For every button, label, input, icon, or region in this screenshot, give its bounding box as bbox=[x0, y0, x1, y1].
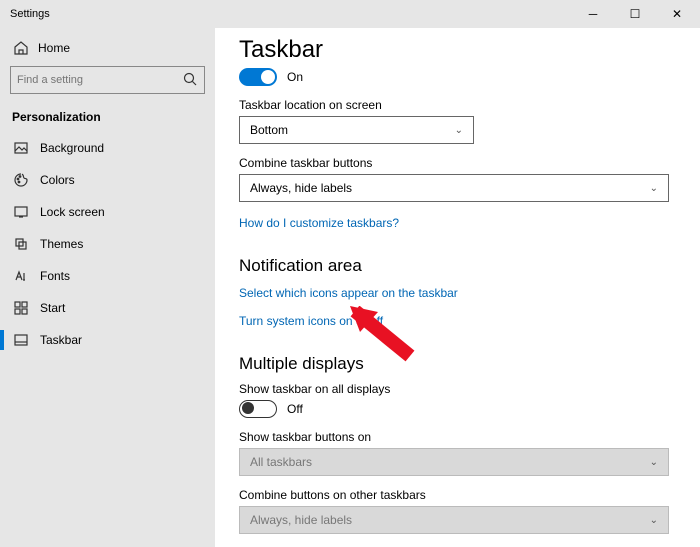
system-icons-link[interactable]: Turn system icons on or off bbox=[239, 314, 676, 328]
combine-buttons-select[interactable]: Always, hide labels ⌄ bbox=[239, 174, 669, 202]
chevron-down-icon: ⌄ bbox=[455, 125, 463, 136]
search-icon bbox=[182, 71, 198, 90]
taskbar-location-select[interactable]: Bottom ⌄ bbox=[239, 116, 474, 144]
sidebar-item-label: Lock screen bbox=[40, 205, 105, 219]
select-value: Always, hide labels bbox=[250, 181, 352, 195]
combine-other-select: Always, hide labels ⌄ bbox=[239, 506, 669, 534]
select-value: All taskbars bbox=[250, 455, 312, 469]
combine-other-label: Combine buttons on other taskbars bbox=[239, 488, 676, 502]
home-icon bbox=[12, 40, 30, 56]
show-buttons-on-label: Show taskbar buttons on bbox=[239, 430, 676, 444]
sidebar: Home Personalization Background Colors L… bbox=[0, 28, 215, 547]
notification-area-heading: Notification area bbox=[239, 256, 676, 276]
combine-buttons-label: Combine taskbar buttons bbox=[239, 156, 676, 170]
taskbar-location-label: Taskbar location on screen bbox=[239, 98, 676, 112]
sidebar-item-label: Themes bbox=[40, 237, 83, 251]
sidebar-item-background[interactable]: Background bbox=[0, 132, 215, 164]
sidebar-item-label: Colors bbox=[40, 173, 75, 187]
sidebar-item-colors[interactable]: Colors bbox=[0, 164, 215, 196]
home-button[interactable]: Home bbox=[0, 36, 215, 64]
toggle-switch-on[interactable] bbox=[239, 68, 277, 86]
chevron-down-icon: ⌄ bbox=[650, 515, 658, 526]
window-title: Settings bbox=[10, 8, 572, 20]
themes-icon bbox=[12, 236, 30, 252]
lock-screen-icon bbox=[12, 204, 30, 220]
search-box[interactable] bbox=[10, 66, 205, 94]
palette-icon bbox=[12, 172, 30, 188]
sidebar-item-label: Background bbox=[40, 141, 104, 155]
sidebar-item-label: Taskbar bbox=[40, 333, 82, 347]
sidebar-item-fonts[interactable]: Fonts bbox=[0, 260, 215, 292]
toggle-state: On bbox=[287, 70, 303, 84]
fonts-icon bbox=[12, 268, 30, 284]
customize-taskbars-link[interactable]: How do I customize taskbars? bbox=[239, 216, 676, 230]
chevron-down-icon: ⌄ bbox=[650, 183, 658, 194]
home-label: Home bbox=[38, 41, 70, 55]
show-all-displays-label: Show taskbar on all displays bbox=[239, 382, 676, 396]
close-button[interactable]: ✕ bbox=[656, 0, 698, 28]
sidebar-item-label: Start bbox=[40, 301, 65, 315]
start-icon bbox=[12, 300, 30, 316]
multiple-displays-heading: Multiple displays bbox=[239, 354, 676, 374]
sidebar-item-label: Fonts bbox=[40, 269, 70, 283]
sidebar-item-lock-screen[interactable]: Lock screen bbox=[0, 196, 215, 228]
titlebar: Settings ─ ☐ ✕ bbox=[0, 0, 700, 28]
section-heading: Personalization bbox=[0, 104, 215, 132]
taskbar-icon bbox=[12, 332, 30, 348]
chevron-down-icon: ⌄ bbox=[650, 457, 658, 468]
select-icons-link[interactable]: Select which icons appear on the taskbar bbox=[239, 286, 676, 300]
maximize-button[interactable]: ☐ bbox=[614, 0, 656, 28]
page-title: Taskbar bbox=[239, 36, 676, 64]
show-buttons-on-select: All taskbars ⌄ bbox=[239, 448, 669, 476]
search-input[interactable] bbox=[17, 74, 182, 86]
select-value: Bottom bbox=[250, 123, 288, 137]
minimize-button[interactable]: ─ bbox=[572, 0, 614, 28]
sidebar-item-start[interactable]: Start bbox=[0, 292, 215, 324]
sidebar-item-themes[interactable]: Themes bbox=[0, 228, 215, 260]
picture-icon bbox=[12, 140, 30, 156]
select-value: Always, hide labels bbox=[250, 513, 352, 527]
sidebar-item-taskbar[interactable]: Taskbar bbox=[0, 324, 215, 356]
content-area: Taskbar On Taskbar location on screen Bo… bbox=[215, 28, 700, 547]
toggle-state: Off bbox=[287, 402, 303, 416]
toggle-switch-off[interactable] bbox=[239, 400, 277, 418]
